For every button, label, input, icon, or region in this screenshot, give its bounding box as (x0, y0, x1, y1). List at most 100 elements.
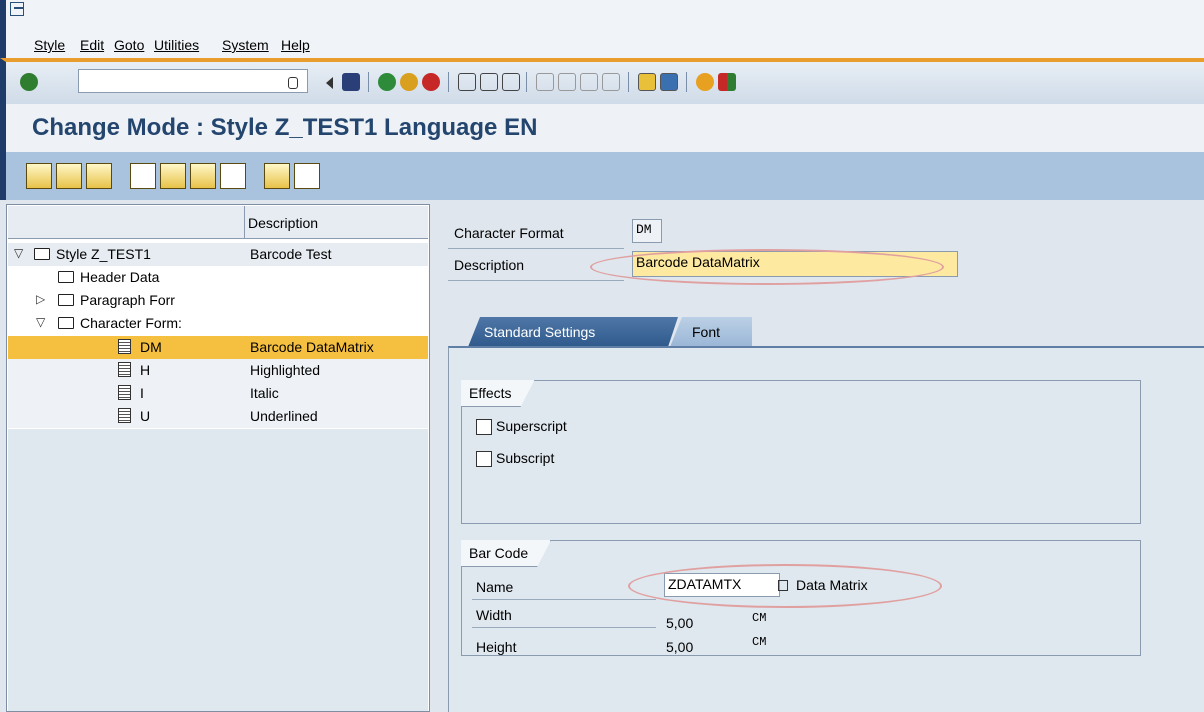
last-page-icon[interactable] (602, 73, 620, 91)
highlight-ellipse (590, 249, 944, 285)
tree-item-description: Underlined (250, 408, 318, 424)
separator (686, 72, 687, 92)
command-history-icon[interactable] (288, 77, 298, 89)
menu-utilities[interactable]: Utilities (154, 37, 199, 53)
menu-help[interactable]: Help (281, 37, 310, 53)
help-icon[interactable] (696, 73, 714, 91)
barcode-width-value: 5,00 (666, 615, 694, 631)
delete-icon[interactable] (220, 163, 246, 189)
folder-icon (58, 271, 74, 283)
check-icon[interactable] (86, 163, 112, 189)
barcode-width-unit: CM (752, 611, 767, 625)
folder-icon (58, 294, 74, 306)
find-next-icon[interactable] (502, 73, 520, 91)
expand-arrow-icon[interactable]: ▷ (36, 292, 45, 306)
back-icon[interactable] (378, 73, 396, 91)
document-icon (118, 362, 131, 377)
barcode-width-label: Width (476, 607, 512, 623)
next-page-icon[interactable] (580, 73, 598, 91)
tab-font[interactable]: Font (670, 317, 752, 347)
collapse-arrow-icon[interactable]: ▽ (14, 246, 23, 260)
menu-style[interactable]: Style (34, 37, 65, 53)
copy-icon[interactable] (160, 163, 186, 189)
title-bar: Change Mode : Style Z_TEST1 Language EN (0, 104, 1204, 152)
barcode-height-unit: CM (752, 635, 767, 649)
tree-header: Description (8, 206, 428, 239)
barcode-title: Bar Code (461, 540, 551, 567)
exit-icon[interactable] (400, 73, 418, 91)
tree-row-header-data[interactable]: Header Data (8, 266, 428, 289)
previous-page-icon[interactable] (558, 73, 576, 91)
tree-item-label: U (140, 408, 151, 424)
document-icon (118, 385, 131, 400)
highlight-ellipse (628, 564, 942, 608)
save-icon[interactable] (342, 73, 360, 91)
separator (628, 72, 629, 92)
print-icon[interactable] (458, 73, 476, 91)
display-change-icon[interactable] (26, 163, 52, 189)
menu-bar: Style Edit Goto Utilities System Help (0, 0, 1204, 58)
tree-item-label: Paragraph Forr (80, 292, 175, 308)
rename-icon[interactable] (190, 163, 216, 189)
create-icon[interactable] (130, 163, 156, 189)
tree-item-label: Character Form: (80, 315, 182, 331)
tree-item-label: DM (140, 339, 162, 355)
barcode-name-label: Name (476, 579, 514, 595)
character-format-label: Character Format (454, 225, 564, 241)
subscript-label: Subscript (496, 450, 555, 466)
tree-item-label: I (140, 385, 144, 401)
character-format-field: DM (632, 219, 662, 243)
menu-system[interactable]: System (222, 37, 269, 53)
barcode-height-value: 5,00 (666, 639, 694, 655)
first-page-icon[interactable] (536, 73, 554, 91)
tree-row-u[interactable]: U Underlined (8, 405, 428, 428)
tree-item-label: Style Z_TEST1 (56, 246, 151, 262)
menu-icon[interactable] (10, 2, 24, 16)
application-toolbar (0, 152, 1204, 200)
tab-content: Effects Superscript Subscript Bar Code N… (448, 346, 1204, 712)
tree-row-style[interactable]: ▽ Style Z_TEST1 Barcode Test (8, 243, 428, 266)
menu-goto[interactable]: Goto (114, 37, 144, 53)
tree-row-dm[interactable]: DM Barcode DataMatrix (8, 336, 428, 359)
document-icon (118, 339, 131, 354)
tree-item-label: H (140, 362, 151, 378)
activate-icon[interactable] (56, 163, 82, 189)
cancel-icon[interactable] (422, 73, 440, 91)
tree-item-description: Highlighted (250, 362, 321, 378)
tab-standard-settings[interactable]: Standard Settings (468, 317, 678, 347)
new-session-icon[interactable] (638, 73, 656, 91)
enter-icon[interactable] (20, 73, 38, 91)
tree-item-description: Barcode Test (250, 246, 332, 262)
divider (448, 248, 624, 249)
tree-row-h[interactable]: H Highlighted (8, 359, 428, 382)
tree-header-description: Description (248, 215, 319, 231)
effects-title: Effects (461, 380, 535, 407)
divider (472, 627, 656, 628)
shortcut-icon[interactable] (660, 73, 678, 91)
tree-row-i[interactable]: I Italic (8, 382, 428, 405)
open-folder-icon (58, 317, 74, 329)
folder-icon (34, 248, 50, 260)
menu-edit[interactable]: Edit (80, 37, 104, 53)
collapse-icon[interactable] (294, 163, 320, 189)
tree-row-paragraph-formats[interactable]: ▷ Paragraph Forr (8, 289, 428, 312)
description-label: Description (454, 257, 525, 273)
subscript-checkbox[interactable] (476, 451, 492, 467)
tab-label: Font (692, 324, 721, 340)
layout-menu-icon[interactable] (718, 73, 736, 91)
expand-icon[interactable] (264, 163, 290, 189)
command-field[interactable] (78, 69, 308, 93)
tree-item-description: Barcode DataMatrix (250, 339, 374, 355)
page-title: Change Mode : Style Z_TEST1 Language EN (32, 114, 538, 141)
back-arrow-icon[interactable] (326, 77, 333, 89)
find-icon[interactable] (480, 73, 498, 91)
superscript-checkbox[interactable] (476, 419, 492, 435)
tree-row-character-formats[interactable]: ▽ Character Form: (8, 312, 428, 335)
tree-item-description: Italic (250, 385, 279, 401)
tab-label: Standard Settings (484, 324, 596, 340)
tree-empty-area (8, 429, 428, 711)
superscript-label: Superscript (496, 418, 567, 434)
style-tree: Description ▽ Style Z_TEST1 Barcode Test… (6, 204, 430, 712)
divider (448, 280, 624, 281)
collapse-arrow-icon[interactable]: ▽ (36, 315, 45, 329)
